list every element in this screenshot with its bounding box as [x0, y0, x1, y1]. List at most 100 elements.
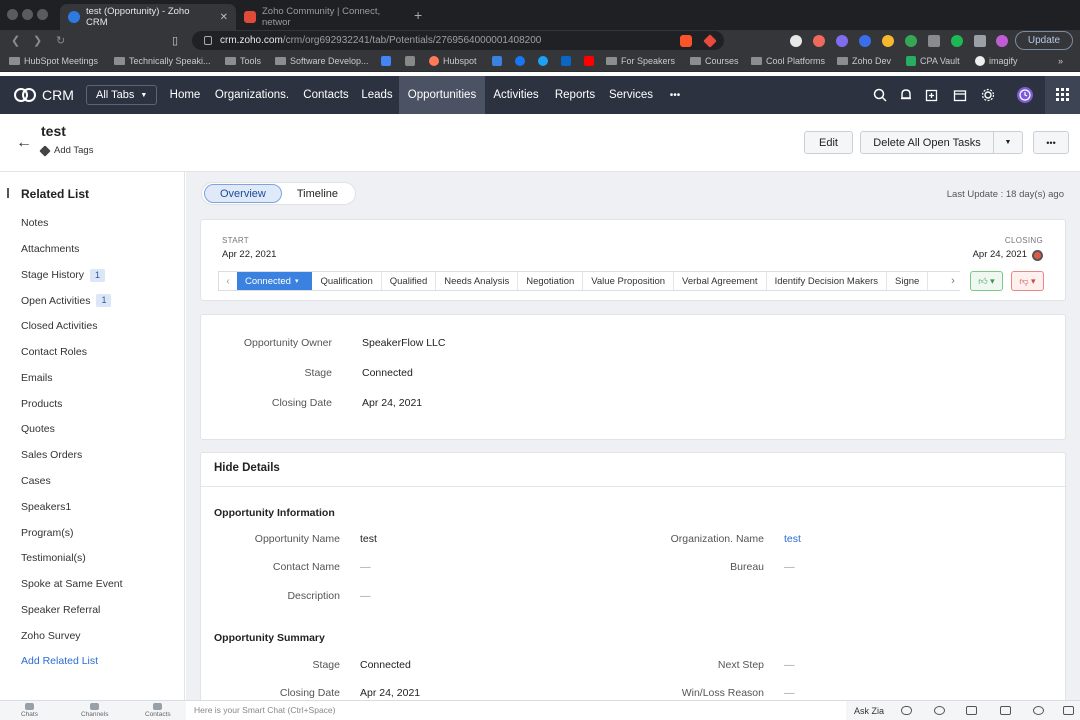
- app-grid-button[interactable]: [1045, 76, 1080, 114]
- mark-won-button[interactable]: 👍︎ ▾: [970, 271, 1003, 291]
- edit-button[interactable]: Edit: [804, 131, 853, 154]
- calendar-icon[interactable]: [953, 88, 967, 102]
- bookmarks-overflow-icon[interactable]: »: [1058, 56, 1063, 66]
- stage-signe[interactable]: Signe: [887, 272, 929, 290]
- refresh-icon[interactable]: [934, 706, 945, 715]
- all-tabs-dropdown[interactable]: All Tabs ▼: [86, 85, 158, 105]
- chats-button[interactable]: Chats: [21, 703, 38, 718]
- zoom-window-icon[interactable]: [37, 9, 48, 20]
- bookmark-item[interactable]: Technically Speaki...: [114, 56, 211, 66]
- extension-yellow-icon[interactable]: [882, 35, 894, 47]
- bookmark-item[interactable]: [405, 56, 415, 66]
- user-clock-avatar-icon[interactable]: [1016, 86, 1034, 104]
- search-icon[interactable]: [873, 88, 887, 102]
- bookmark-item[interactable]: [538, 56, 548, 66]
- nav-opportunities[interactable]: Opportunities: [399, 76, 485, 114]
- smart-chat-input[interactable]: Here is your Smart Chat (Ctrl+Space): [186, 701, 846, 720]
- sidebar-item-open-activities[interactable]: Open Activities 1: [21, 294, 112, 308]
- sidebar-item-speaker-referral[interactable]: Speaker Referral: [21, 604, 100, 616]
- stage-value-proposition[interactable]: Value Proposition: [583, 272, 675, 290]
- bookmark-item[interactable]: Courses: [690, 56, 739, 66]
- bookmark-item[interactable]: For Speakers: [606, 56, 675, 66]
- delete-open-tasks-button[interactable]: Delete All Open Tasks: [860, 131, 994, 154]
- win-loss-reason-value[interactable]: —: [784, 687, 795, 699]
- bookmark-page-icon[interactable]: ▯: [172, 34, 178, 47]
- bookmark-item[interactable]: Tools: [225, 56, 261, 66]
- extension-gear-icon[interactable]: [836, 35, 848, 47]
- stage-needs-analysis[interactable]: Needs Analysis: [436, 272, 519, 290]
- bookmark-item[interactable]: Cool Platforms: [751, 56, 825, 66]
- stage-value[interactable]: Connected: [362, 367, 413, 379]
- hide-details-toggle[interactable]: Hide Details: [214, 462, 280, 474]
- screen-icon[interactable]: [1063, 706, 1074, 715]
- profile-avatar-icon[interactable]: [996, 35, 1008, 47]
- back-arrow-icon[interactable]: ←: [16, 134, 32, 152]
- bookmark-item[interactable]: [492, 56, 502, 66]
- close-tab-icon[interactable]: ✕: [220, 12, 228, 23]
- add-tags-link[interactable]: Add Tags: [39, 144, 93, 157]
- browser-update-button[interactable]: Update: [1015, 31, 1073, 50]
- sidebar-item-emails[interactable]: Emails: [21, 372, 53, 384]
- sidebar-item-notes[interactable]: Notes: [21, 217, 48, 229]
- tab-overview[interactable]: Overview: [204, 184, 282, 203]
- nav-activities[interactable]: Activities: [488, 76, 544, 114]
- extension-blue-icon[interactable]: [859, 35, 871, 47]
- nav-organizations[interactable]: Organizations.: [210, 76, 294, 114]
- sidebar-item-stage-history[interactable]: Stage History 1: [21, 268, 106, 282]
- nav-home[interactable]: Home: [163, 76, 207, 114]
- back-nav-icon[interactable]: ❮: [11, 34, 20, 47]
- pipeline-right-arrow-icon[interactable]: ›: [946, 272, 960, 290]
- browser-tab-active[interactable]: test (Opportunity) - Zoho CRM ✕: [60, 4, 236, 30]
- description-value[interactable]: —: [360, 590, 371, 602]
- new-tab-icon[interactable]: +: [414, 7, 422, 23]
- bookmark-item[interactable]: Zoho Dev: [837, 56, 891, 66]
- sidebar-item-products[interactable]: Products: [21, 398, 62, 410]
- add-related-list-link[interactable]: Add Related List: [21, 655, 98, 667]
- bookmark-item[interactable]: CPA Vault: [906, 56, 960, 66]
- opportunity-owner-value[interactable]: SpeakerFlow LLC: [362, 337, 445, 349]
- bookmark-item[interactable]: [381, 56, 391, 66]
- sidebar-item-sales-orders[interactable]: Sales Orders: [21, 449, 82, 461]
- bookmark-item[interactable]: imagify: [975, 56, 1018, 66]
- settings-gear-icon[interactable]: [981, 88, 995, 102]
- notes-icon[interactable]: [1000, 706, 1011, 715]
- contact-name-value[interactable]: —: [360, 561, 371, 573]
- minimize-window-icon[interactable]: [22, 9, 33, 20]
- stage-qualification[interactable]: Qualification: [312, 272, 382, 290]
- stage-negotiation[interactable]: Negotiation: [518, 272, 584, 290]
- bookmark-item[interactable]: Software Develop...: [275, 56, 369, 66]
- actions-dropdown-button[interactable]: ▼: [993, 131, 1023, 154]
- extension-doc-icon[interactable]: [928, 35, 940, 47]
- tab-timeline[interactable]: Timeline: [282, 184, 353, 203]
- collapse-sidebar-icon[interactable]: [7, 188, 9, 198]
- stage-identify-decision-makers[interactable]: Identify Decision Makers: [767, 272, 888, 290]
- sidebar-item-attachments[interactable]: Attachments: [21, 243, 79, 255]
- sidebar-item-cases[interactable]: Cases: [21, 475, 51, 487]
- stage-verbal-agreement[interactable]: Verbal Agreement: [674, 272, 767, 290]
- forward-nav-icon[interactable]: ❯: [33, 34, 42, 47]
- add-record-icon[interactable]: [925, 88, 939, 102]
- sidebar-item-zoho-survey[interactable]: Zoho Survey: [21, 630, 81, 642]
- nav-contacts[interactable]: Contacts: [297, 76, 355, 114]
- bookmark-item[interactable]: HubSpot Meetings: [9, 56, 98, 66]
- contacts-button[interactable]: Contacts: [145, 703, 171, 718]
- nav-more[interactable]: •••: [662, 76, 688, 114]
- bookmark-item[interactable]: [561, 56, 571, 66]
- bell-icon[interactable]: [899, 88, 913, 102]
- address-bar[interactable]: crm.zoho.com/crm/org692932241/tab/Potent…: [192, 31, 724, 50]
- sidebar-item-quotes[interactable]: Quotes: [21, 423, 55, 435]
- nav-leads[interactable]: Leads: [358, 76, 396, 114]
- extensions-puzzle-icon[interactable]: [974, 35, 986, 47]
- stage-qualified[interactable]: Qualified: [382, 272, 437, 290]
- ask-zia-button[interactable]: Ask Zia: [854, 706, 884, 716]
- close-window-icon[interactable]: [7, 9, 18, 20]
- channels-button[interactable]: Channels: [81, 703, 108, 718]
- sidebar-item-program-s[interactable]: Program(s): [21, 527, 74, 539]
- bookmark-item[interactable]: Hubspot: [429, 56, 477, 66]
- extension-c-icon[interactable]: [790, 35, 802, 47]
- extension-asana-icon[interactable]: [813, 35, 825, 47]
- bureau-value[interactable]: —: [784, 561, 795, 573]
- next-step-value[interactable]: —: [784, 659, 795, 671]
- nav-services[interactable]: Services: [604, 76, 658, 114]
- reload-icon[interactable]: ↻: [56, 34, 65, 47]
